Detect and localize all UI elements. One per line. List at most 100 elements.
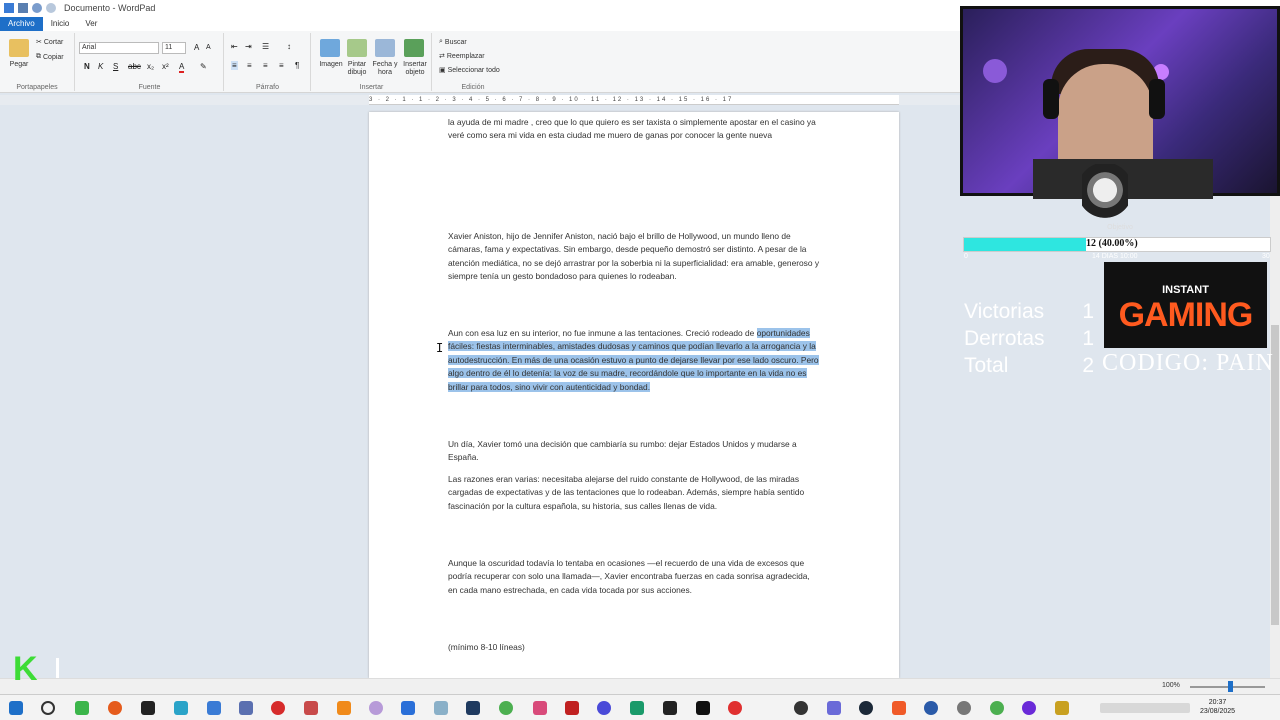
document-page[interactable]: la ayuda de mi madre , creo que lo que q… [369,112,899,678]
chrome-icon[interactable] [499,701,513,715]
font-size-select[interactable]: 11 [162,42,186,54]
binoculars-icon: ⌕ [439,38,443,45]
pinterest-icon[interactable] [271,701,285,715]
obs-icon[interactable] [794,701,808,715]
underline-button[interactable]: S [113,62,118,71]
font-color-button[interactable]: A [179,62,185,73]
image-icon[interactable] [320,39,340,57]
datetime-button[interactable]: Fecha y hora [371,61,399,77]
stat-row-losses: Derrotas 1 [964,327,1094,350]
taskbar-clock[interactable]: 20:37 23/08/2025 [1200,698,1235,716]
paragraph-4[interactable]: Las razones eran varias: necesitaba alej… [448,473,820,513]
terminal-icon[interactable] [696,701,710,715]
shrink-font-icon[interactable]: A [206,44,211,51]
insert-image-button[interactable]: Imagen [315,61,347,69]
k-logo: K [13,650,38,688]
paint-drawing-button[interactable]: Pintar dibujo [344,61,370,77]
app-icon-9[interactable] [565,701,579,715]
align-center-icon[interactable]: ≡ [247,61,252,70]
scissors-icon: ✂ [36,39,42,46]
zoom-slider-knob[interactable] [1228,681,1233,692]
align-left-icon[interactable]: ≡ [231,61,238,70]
paint-icon[interactable] [347,39,367,57]
app-icon-14[interactable] [1022,701,1036,715]
grow-font-icon[interactable]: A [194,43,199,52]
app-icon-6[interactable] [401,701,415,715]
paragraph-dialog-icon[interactable]: ¶ [295,61,299,70]
settings-icon[interactable] [957,701,971,715]
paste-button[interactable]: Pegar [4,61,34,69]
tab-inicio[interactable]: Inicio [43,17,78,31]
copy-button[interactable]: ⧉ Copiar [36,53,64,61]
paragraph-2-text: Aun con esa luz en su interior, no fue i… [448,328,757,338]
justify-icon[interactable]: ≡ [279,61,284,70]
vlc-icon[interactable] [337,701,351,715]
paragraph-0[interactable]: la ayuda de mi madre , creo que lo que q… [448,116,820,143]
steam-icon[interactable] [859,701,873,715]
paste-icon[interactable] [9,39,29,57]
highlight-button[interactable]: ✎ [200,62,207,71]
insert-group-label: Insertar [359,84,384,91]
font-group: Arial 11 A A N K S abc x₂ x² A ✎ Fuente [76,33,224,91]
increase-indent-icon[interactable]: ⇥ [245,42,252,51]
insert-object-button[interactable]: Insertar objeto [400,61,430,77]
app-icon-10[interactable] [597,701,611,715]
brave-icon[interactable] [892,701,906,715]
undo-icon[interactable] [32,3,42,13]
goal-progress-fill [964,238,1087,251]
app-icon-15[interactable] [1055,701,1069,715]
save-icon[interactable] [18,3,28,13]
app-icon-5[interactable] [369,701,383,715]
app-icon-4[interactable] [304,701,318,715]
paragraph-group-label: Párrafo [256,84,279,91]
tab-archivo[interactable]: Archivo [0,17,43,31]
italic-button[interactable]: K [98,62,103,71]
calendar-icon[interactable] [375,39,395,57]
paragraph-2[interactable]: Aun con esa luz en su interior, no fue i… [448,327,820,394]
app-icon-1[interactable] [75,701,89,715]
stats-panel: Victorias 1 Derrotas 1 Total 2 [964,300,1094,381]
sponsor-main-text: GAMING [1118,296,1254,334]
chrome-icon-2[interactable] [990,701,1004,715]
ruler[interactable]: 3 · 2 · 1 · 1 · 2 · 3 · 4 · 5 · 6 · 7 · … [369,95,899,105]
redo-icon[interactable] [46,3,56,13]
start-icon[interactable] [9,701,23,715]
tray-icons[interactable] [1100,703,1190,713]
bold-button[interactable]: N [84,62,90,71]
insert-object-icon[interactable] [404,39,424,57]
bullets-icon[interactable]: ☰ [262,42,269,51]
app-icon-12[interactable] [728,701,742,715]
wordpad-taskbar-icon[interactable] [207,701,221,715]
discord-icon[interactable] [827,701,841,715]
app-icon-8[interactable] [533,701,547,715]
find-button[interactable]: ⌕ Buscar [439,38,467,46]
capcut-icon[interactable] [663,701,677,715]
clipboard-group: Pegar ✂ Cortar ⧉ Copiar Portapapeles [0,33,75,91]
paragraph-6[interactable]: (mínimo 8-10 líneas) [448,641,820,654]
tab-ver[interactable]: Ver [77,17,105,31]
app-icon-3[interactable] [239,701,253,715]
paragraph-5[interactable]: Aunque la oscuridad todavía lo tentaba e… [448,557,820,597]
subscript-button[interactable]: x₂ [147,62,154,71]
app-icon-7[interactable] [434,701,448,715]
decrease-indent-icon[interactable]: ⇤ [231,42,238,51]
unreal-icon[interactable] [466,701,480,715]
superscript-button[interactable]: x² [162,62,169,71]
search-icon[interactable] [41,701,55,715]
app-icon-11[interactable] [630,701,644,715]
line-spacing-icon[interactable]: ↕ [287,42,291,51]
webcam-light [983,59,1007,83]
paragraph-1[interactable]: Xavier Aniston, hijo de Jennifer Aniston… [448,230,820,284]
app-icon-13[interactable] [924,701,938,715]
font-family-select[interactable]: Arial [79,42,159,54]
cut-button[interactable]: ✂ Cortar [36,38,63,47]
firefox-icon[interactable] [108,701,122,715]
app-icon-2[interactable] [174,701,188,715]
select-all-button[interactable]: ▣ Seleccionar todo [439,66,500,75]
align-right-icon[interactable]: ≡ [263,61,268,70]
strikethrough-button[interactable]: abc [128,62,141,71]
replace-button[interactable]: ⇄ Reemplazar [439,52,485,61]
clock-date: 23/08/2025 [1200,708,1236,715]
epic-games-icon[interactable] [141,701,155,715]
paragraph-3[interactable]: Un día, Xavier tomó una decisión que cam… [448,438,820,465]
